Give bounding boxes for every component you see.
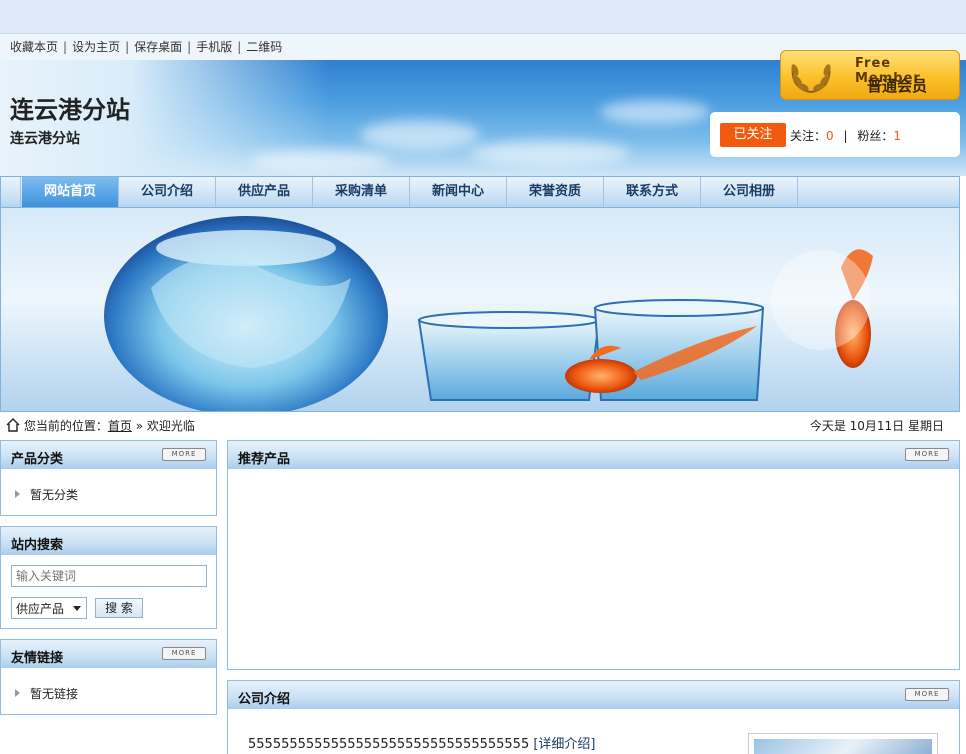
search-title: 站内搜索 [11, 538, 64, 553]
follow-stats: 关注：0 | 粉丝：1 [790, 129, 902, 143]
friend-links-box: 友情链接 MORE 暂无链接 [0, 639, 217, 715]
browser-top-band [0, 0, 966, 34]
site-search-box: 站内搜索 供应产品 搜 索 [0, 526, 217, 629]
category-empty-item: 暂无分类 [15, 486, 78, 503]
laurel-icon [791, 64, 831, 93]
category-title: 产品分类 [11, 452, 64, 467]
follow-count: 0 [826, 129, 834, 143]
company-intro-box: 公司介绍 MORE 555555555555555555555555555555… [227, 680, 960, 754]
save-desktop-link[interactable]: 保存桌面 [134, 40, 182, 54]
date-display: 今天是 10月11日 星期日 [809, 419, 944, 433]
dropdown-arrow-icon [73, 606, 81, 611]
recommended-more-button[interactable]: MORE [905, 448, 949, 461]
recommended-products-box: 推荐产品 MORE [227, 440, 960, 670]
breadcrumb: 您当前的位置：首页 » 欢迎光临 [6, 416, 195, 436]
site-subtitle: 连云港分站 [10, 131, 80, 147]
member-level-label: 普通会员 [867, 77, 928, 95]
site-title: 连云港分站 [10, 95, 130, 124]
bookmark-link[interactable]: 收藏本页 [10, 40, 58, 54]
nav-contact[interactable]: 联系方式 [604, 177, 701, 207]
follow-button[interactable]: 已关注 [720, 123, 786, 147]
category-more-button[interactable]: MORE [162, 448, 206, 461]
intro-detail-link[interactable]: [详细介绍] [533, 737, 595, 752]
main-nav: 网站首页 公司介绍 供应产品 采购清单 新闻中心 荣誉资质 联系方式 公司相册 [0, 176, 960, 208]
links-more-button[interactable]: MORE [162, 647, 206, 660]
company-photo [748, 733, 938, 754]
nav-home[interactable]: 网站首页 [22, 177, 119, 207]
links-empty-item: 暂无链接 [15, 685, 78, 702]
search-button[interactable]: 搜 索 [95, 598, 143, 618]
nav-supply-products[interactable]: 供应产品 [216, 177, 313, 207]
intro-title: 公司介绍 [238, 692, 291, 707]
nav-honors[interactable]: 荣誉资质 [507, 177, 604, 207]
breadcrumb-current: 欢迎光临 [146, 419, 195, 433]
nav-album[interactable]: 公司相册 [701, 177, 798, 207]
fishbowl-banner-image [104, 216, 873, 411]
search-input[interactable] [11, 565, 207, 587]
fans-count: 1 [893, 129, 902, 143]
member-badge: Free Member 普通会员 [780, 50, 960, 100]
recommended-title: 推荐产品 [238, 452, 291, 467]
nav-company-intro[interactable]: 公司介绍 [119, 177, 216, 207]
breadcrumb-home-link[interactable]: 首页 [108, 419, 132, 433]
intro-more-button[interactable]: MORE [905, 688, 949, 701]
category-box: 产品分类 MORE 暂无分类 [0, 440, 217, 516]
follow-panel: 已关注 关注：0 | 粉丝：1 [710, 112, 960, 157]
links-title: 友情链接 [11, 651, 64, 666]
set-homepage-link[interactable]: 设为主页 [72, 40, 120, 54]
nav-purchase-list[interactable]: 采购清单 [313, 177, 410, 207]
home-icon [6, 418, 20, 432]
search-type-select[interactable]: 供应产品 [11, 597, 87, 619]
nav-news[interactable]: 新闻中心 [410, 177, 507, 207]
mobile-version-link[interactable]: 手机版 [196, 40, 232, 54]
qrcode-link[interactable]: 二维码 [246, 40, 282, 54]
hero-banner [0, 208, 960, 412]
intro-text: 5555555555555555555555555555555555 [详细介绍… [248, 737, 596, 752]
